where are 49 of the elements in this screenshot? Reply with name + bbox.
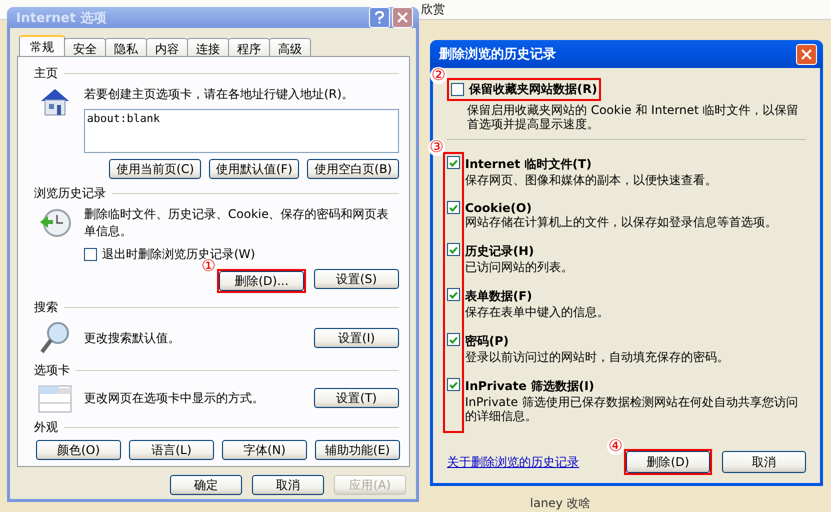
- close-icon: [397, 12, 408, 23]
- section-heading: 搜索: [34, 299, 58, 316]
- checkbox[interactable]: [447, 243, 460, 256]
- question-mark-icon: [375, 11, 384, 24]
- checkbox[interactable]: [451, 83, 464, 96]
- close-icon: [801, 48, 812, 60]
- checkbox[interactable]: [84, 248, 97, 261]
- toolbar-link[interactable]: 欣赏: [421, 1, 445, 18]
- step-marker: ③: [428, 139, 445, 156]
- instruction-text: 若要创建主页选项卡，请在各地址行键入地址(R)。: [84, 86, 355, 103]
- close-button[interactable]: [796, 44, 817, 64]
- section-heading: 选项卡: [34, 362, 70, 379]
- option-label[interactable]: 表单数据(F): [465, 288, 806, 305]
- option-description: 网站存储在计算机上的文件，以保存如登录信息等首选项。: [465, 215, 778, 229]
- dialog-button[interactable]: 删除(D): [626, 451, 710, 473]
- description-text: 删除临时文件、历史记录、Cookie、保存的密码和网页表单信息。: [84, 206, 390, 240]
- clock-icon: [38, 206, 72, 240]
- option-label[interactable]: InPrivate 筛选数据(I): [465, 378, 806, 395]
- tabbed-window-icon: [38, 383, 72, 413]
- comment-text: laney 改啥: [530, 495, 591, 512]
- option-label[interactable]: Cookie(O): [465, 201, 806, 215]
- option-label[interactable]: 历史记录(H): [465, 243, 806, 260]
- section-heading: 外观: [34, 419, 58, 436]
- checkbox[interactable]: [447, 378, 460, 391]
- description-text: 更改网页在选项卡中显示的方式。: [84, 390, 265, 406]
- magnifier-icon: [38, 320, 72, 356]
- checkbox[interactable]: [447, 156, 460, 169]
- option-description: 保存在表单中键入的信息。: [465, 305, 610, 319]
- step-marker: ②: [430, 67, 447, 84]
- description-text: 更改搜索默认值。: [84, 330, 181, 346]
- window-title: Internet 选项: [16, 10, 106, 26]
- option-description: 已访问网站的列表。: [465, 260, 574, 274]
- option-description: InPrivate 筛选使用已保存数据检测网站在何处自动共享您访问的详细信息。: [465, 395, 799, 423]
- option-description: 登录以前访问过的网站时，自动填充保存的密码。: [465, 350, 730, 364]
- option-label[interactable]: Internet 临时文件(T): [465, 156, 806, 173]
- option-description: 保留启用收藏夹网站的 Cookie 和 Internet 临时文件，以保留首选项并提高显示速度。: [466, 103, 800, 131]
- history-button[interactable]: 删除(D)...: [219, 271, 304, 291]
- option-label[interactable]: 密码(P): [465, 333, 806, 350]
- window-title: 删除浏览的历史记录: [439, 46, 556, 63]
- option-description: 保存网页、图像和媒体的副本，以便快速查看。: [465, 173, 718, 187]
- dialog-button[interactable]: 取消: [722, 451, 806, 473]
- checkbox[interactable]: [447, 333, 460, 346]
- section-heading: 浏览历史记录: [34, 185, 106, 202]
- option-label[interactable]: 保留收藏夹网站数据(R): [469, 81, 598, 98]
- section-heading: 主页: [34, 65, 58, 82]
- checkbox[interactable]: [447, 288, 460, 301]
- step-marker: ④: [607, 438, 624, 455]
- checkbox[interactable]: [447, 201, 460, 214]
- help-link[interactable]: 关于删除浏览的历史记录: [447, 454, 579, 470]
